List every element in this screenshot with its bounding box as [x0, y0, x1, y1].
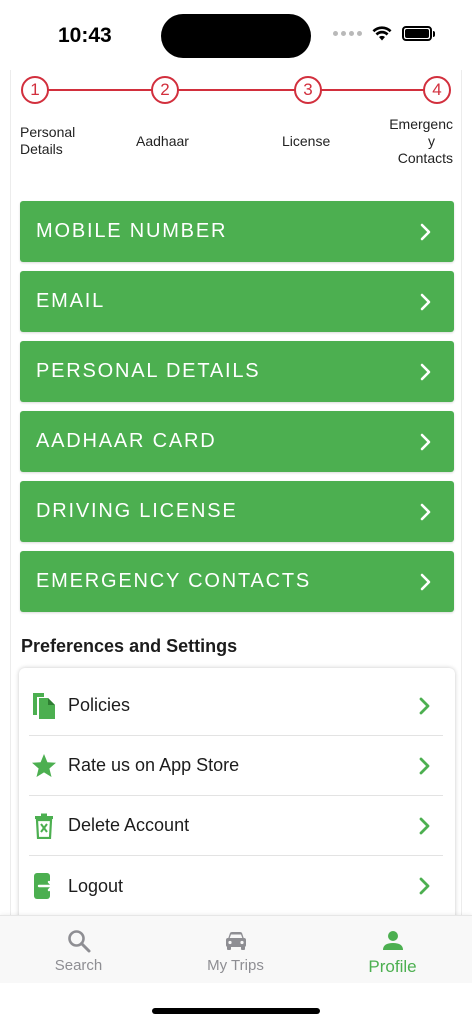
status-bar: 10:43: [0, 0, 472, 70]
emergency-contacts-label: EMERGENCY CONTACTS: [36, 570, 312, 592]
kyc-stepper: 1 2 3 4 Personal Details Aadhaar License…: [11, 70, 461, 180]
chevron-right-icon: [419, 757, 430, 774]
aadhaar-card-label: AADHAAR CARD: [36, 430, 217, 452]
chevron-right-icon: [420, 573, 431, 590]
star-icon: [31, 752, 57, 780]
step-2-indicator[interactable]: 2: [151, 76, 179, 104]
chevron-right-icon: [420, 293, 431, 310]
status-indicators: [333, 26, 435, 41]
stepper-line: [35, 89, 439, 91]
logout-label: Logout: [68, 875, 124, 896]
delete-account-label: Delete Account: [68, 815, 190, 835]
search-icon: [67, 930, 90, 953]
mobile-number-button[interactable]: MOBILE NUMBER: [20, 201, 454, 262]
preferences-card: Policies Rate us on App Store Delete Acc…: [19, 668, 455, 915]
step-1-label: Personal Details: [20, 124, 76, 157]
wifi-icon: [372, 26, 392, 41]
personal-details-label: PERSONAL DETAILS: [36, 360, 261, 382]
logout-icon: [31, 872, 57, 900]
step-3-indicator[interactable]: 3: [294, 76, 322, 104]
status-time: 10:43: [58, 24, 112, 47]
rate-app-label: Rate us on App Store: [68, 755, 240, 775]
step-3-label: License: [282, 133, 331, 149]
tab-profile[interactable]: Profile: [314, 916, 471, 984]
tab-profile-label: Profile: [368, 957, 417, 976]
cellular-signal-icon: [333, 31, 362, 36]
chevron-right-icon: [419, 817, 430, 834]
chevron-right-icon: [419, 877, 430, 895]
profile-page: 1 2 3 4 Personal Details Aadhaar License…: [10, 70, 462, 915]
step-4-label: Emergenc y Contacts: [389, 116, 453, 166]
tab-my-trips[interactable]: My Trips: [157, 916, 314, 984]
home-indicator[interactable]: [152, 1008, 320, 1014]
step-1-indicator[interactable]: 1: [21, 76, 49, 104]
mobile-number-label: MOBILE NUMBER: [36, 220, 228, 242]
policies-label: Policies: [68, 695, 131, 715]
tab-bar: Search My Trips Profile: [0, 915, 472, 983]
logout-row[interactable]: Logout: [29, 856, 443, 915]
delete-account-row[interactable]: Delete Account: [29, 796, 443, 856]
personal-details-button[interactable]: PERSONAL DETAILS: [20, 341, 454, 402]
trash-icon: [31, 812, 57, 840]
chevron-right-icon: [420, 223, 431, 240]
preferences-title: Preferences and Settings: [21, 636, 238, 656]
rate-app-row[interactable]: Rate us on App Store: [29, 736, 443, 796]
step-2-label: Aadhaar: [136, 133, 189, 149]
chevron-right-icon: [420, 503, 431, 520]
chevron-right-icon: [420, 363, 431, 380]
email-button[interactable]: EMAIL: [20, 271, 454, 332]
tab-search[interactable]: Search: [0, 916, 157, 984]
step-4-indicator[interactable]: 4: [423, 76, 451, 104]
dynamic-island: [161, 14, 311, 58]
battery-icon: [402, 26, 435, 41]
policies-row[interactable]: Policies: [29, 676, 443, 736]
email-label: EMAIL: [36, 290, 106, 312]
driving-license-button[interactable]: DRIVING LICENSE: [20, 481, 454, 542]
chevron-right-icon: [420, 433, 431, 450]
document-icon: [31, 692, 57, 720]
tab-search-label: Search: [54, 957, 103, 974]
emergency-contacts-button[interactable]: EMERGENCY CONTACTS: [20, 551, 454, 612]
tab-my-trips-label: My Trips: [207, 957, 264, 974]
home-area: [0, 983, 472, 1024]
car-icon: [225, 932, 246, 950]
driving-license-label: DRIVING LICENSE: [36, 500, 238, 522]
chevron-right-icon: [419, 697, 430, 714]
aadhaar-card-button[interactable]: AADHAAR CARD: [20, 411, 454, 472]
person-icon: [382, 931, 403, 950]
